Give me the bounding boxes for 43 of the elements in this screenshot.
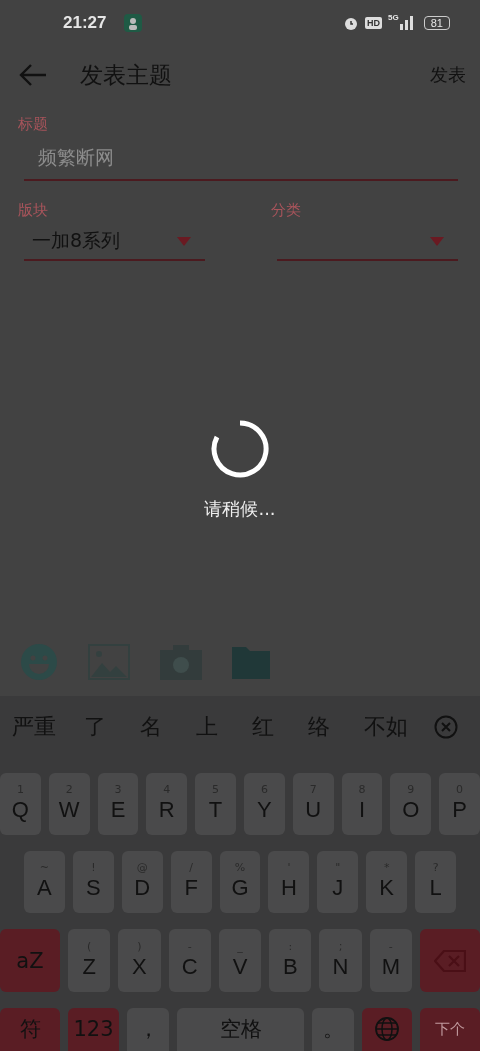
back-arrow-icon[interactable] [18,63,48,87]
loading-text: 请稍候... [204,496,276,521]
folder-icon[interactable] [232,645,270,679]
punctuation-key[interactable]: ， [127,1007,169,1051]
letter-key[interactable]: _ V [218,929,262,992]
backspace-key[interactable] [419,929,480,992]
app-notification-icon [124,13,143,32]
function-key[interactable]: aZ [0,929,60,992]
space-key[interactable]: 空格 [177,1007,304,1051]
letter-key[interactable]: % G [219,851,261,914]
loading-spinner-icon [210,418,270,479]
letter-key[interactable]: ; N [319,929,362,992]
dropdown-caret-icon [177,236,191,246]
letter-key[interactable]: ? L [415,851,456,914]
network-label: 5G [388,13,399,22]
field-label: 标题 [18,115,49,135]
next-key[interactable]: 下个 [420,1007,480,1051]
dropdown-caret-icon [430,236,444,246]
language-key[interactable] [362,1007,412,1051]
letter-key[interactable]: * K [366,851,408,914]
letter-key[interactable]: : B [269,929,312,992]
letter-key[interactable]: ! S [72,851,114,914]
close-candidates-icon[interactable] [434,714,458,739]
field-label: 分类 [271,201,302,221]
function-key[interactable]: 123 [68,1007,119,1051]
letter-key[interactable]: @ D [121,851,163,914]
letter-key[interactable]: ) X [118,929,161,992]
function-key[interactable]: 符 [0,1007,60,1051]
battery-indicator: 81 [423,15,450,30]
punctuation-key[interactable]: 。 [312,1007,354,1051]
title-input[interactable]: 频繁断网 [24,137,458,181]
letter-key[interactable]: ' H [268,851,310,914]
field-label: 版块 [18,201,49,221]
letter-key[interactable]: - M [369,929,412,992]
letter-key[interactable]: ( Z [68,929,111,992]
hd-badge: HD [365,16,383,29]
letter-key[interactable]: / F [170,851,212,914]
letter-key[interactable]: " J [317,851,359,914]
letter-key[interactable]: ~ A [24,851,65,914]
letter-key[interactable]: - C [168,929,211,992]
globe-icon [374,1016,400,1043]
status-time: 21:27 [63,12,107,33]
signal-icon [399,15,414,30]
